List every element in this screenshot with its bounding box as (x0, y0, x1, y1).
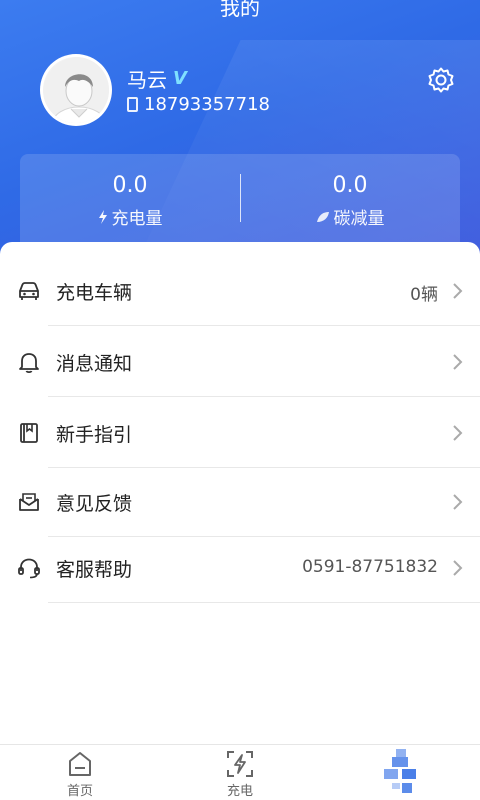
home-icon (69, 752, 91, 776)
menu-item-label: 充电车辆 (56, 282, 133, 304)
stats-divider (240, 174, 241, 222)
menu-item-notifications[interactable]: 消息通知 (0, 327, 480, 397)
book-icon (20, 423, 38, 443)
menu-item-label: 消息通知 (56, 353, 133, 375)
menu-item-label: 新手指引 (56, 424, 133, 446)
envelope-icon (19, 493, 39, 511)
menu-item-feedback[interactable]: 意见反馈 (0, 467, 480, 537)
charge-amount-label: 充电量 (111, 209, 163, 229)
menu-item-vehicles[interactable]: 充电车辆 0辆 (0, 256, 480, 326)
page-title: 我的 (220, 0, 260, 20)
user-name: 马云 V (127, 64, 187, 93)
vehicle-count: 0辆 (410, 285, 438, 305)
menu-divider (48, 396, 480, 397)
menu-divider (48, 602, 480, 603)
carbon-reduction-value: 0.0 (332, 173, 368, 198)
charge-amount-value: 0.0 (112, 173, 148, 198)
car-icon (19, 282, 39, 300)
phone-number: 18793357718 (127, 94, 270, 115)
tab-charge[interactable]: 充电 (160, 745, 320, 800)
chevron-right-icon (453, 560, 463, 576)
menu-list: 充电车辆 0辆 消息通知 新手指引 意见反馈 客服帮助 0591-8775183… (0, 242, 480, 744)
profile-pixelated-icon (384, 749, 416, 797)
gear-icon (428, 67, 454, 93)
mobile-phone-icon (127, 97, 138, 112)
bell-icon (19, 353, 39, 374)
carbon-reduction-label-row: 碳减量 (240, 204, 460, 229)
chevron-right-icon (453, 425, 463, 441)
menu-item-label: 客服帮助 (56, 559, 133, 581)
profile-header: 我的 马云 V 18793357718 0.0 充电量 0.0 碳减量 (0, 0, 480, 270)
menu-divider (48, 325, 480, 326)
charge-amount-stat: 0.0 充电量 (20, 172, 240, 229)
chevron-right-icon (453, 354, 463, 370)
user-name-text: 马云 (127, 68, 167, 92)
tab-home-label: 首页 (66, 784, 93, 799)
bottom-tab-bar: 首页 充电 (0, 744, 480, 800)
menu-item-beginner-guide[interactable]: 新手指引 (0, 398, 480, 468)
charge-amount-label-row: 充电量 (20, 204, 240, 229)
tab-home[interactable]: 首页 (0, 745, 160, 800)
avatar-person-icon (43, 57, 109, 123)
chevron-right-icon (453, 283, 463, 299)
settings-button[interactable] (425, 64, 457, 96)
menu-item-label: 意见反馈 (56, 493, 133, 515)
leaf-icon (316, 211, 329, 222)
tab-mine[interactable] (320, 745, 480, 800)
chevron-right-icon (453, 494, 463, 510)
avatar[interactable] (40, 54, 112, 126)
tab-charge-label: 充电 (226, 784, 253, 799)
headset-icon (18, 558, 40, 579)
service-phone-number: 0591-87751832 (302, 557, 438, 577)
carbon-reduction-stat: 0.0 碳减量 (240, 172, 460, 229)
charge-scan-icon (227, 751, 253, 777)
menu-item-customer-service[interactable]: 客服帮助 0591-87751832 (0, 533, 480, 603)
lightning-icon (98, 209, 107, 224)
verified-v-icon: V (173, 68, 187, 89)
carbon-reduction-label: 碳减量 (333, 209, 385, 229)
phone-text: 18793357718 (144, 94, 270, 115)
